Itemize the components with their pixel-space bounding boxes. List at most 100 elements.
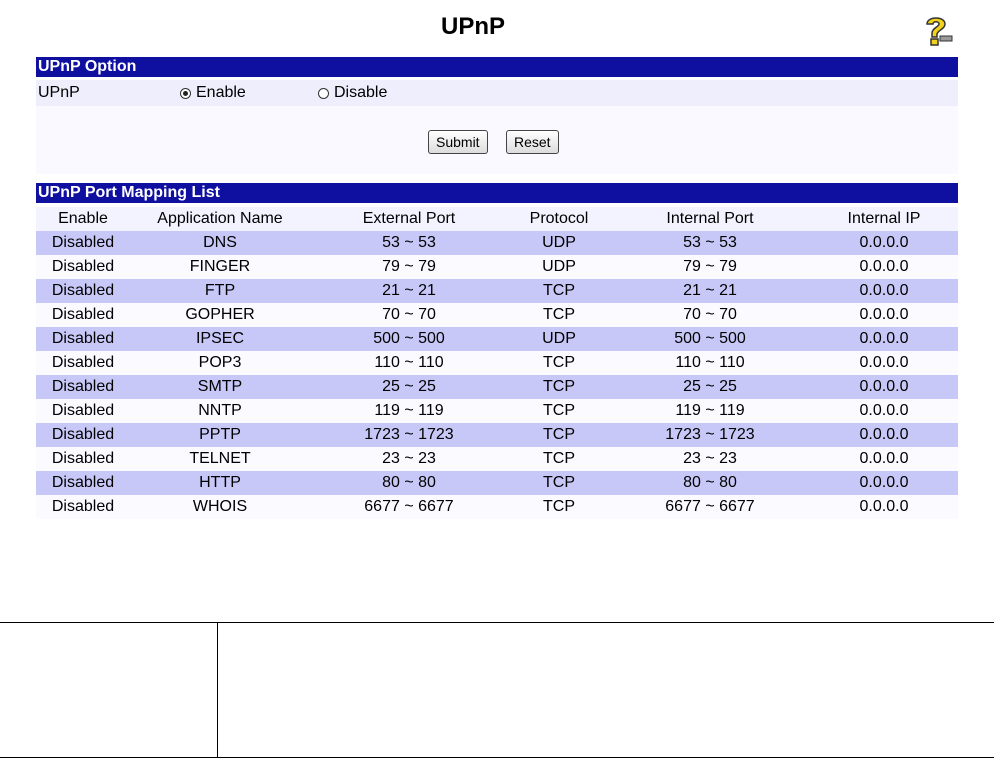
enable-radio[interactable] (180, 87, 191, 99)
table-row: Disabled HTTP 80 ~ 80 TCP 80 ~ 80 0.0.0.… (36, 471, 958, 495)
cell-internal-port: 70 ~ 70 (683, 306, 737, 323)
table-row: Disabled WHOIS 6677 ~ 6677 TCP 6677 ~ 66… (36, 495, 958, 519)
table-row: Disabled PPTP 1723 ~ 1723 TCP 1723 ~ 172… (36, 423, 958, 447)
page-title: UPnP (440, 13, 505, 40)
cell-internal-port: 110 ~ 110 (675, 354, 745, 371)
port-mapping-list-header: UPnP Port Mapping List (36, 183, 958, 203)
cell-external-port: 500 ~ 500 (373, 330, 445, 347)
table-row: Disabled POP3 110 ~ 110 TCP 110 ~ 110 0.… (36, 351, 958, 375)
upnp-option-header: UPnP Option (36, 57, 958, 77)
cell-protocol: UDP (542, 258, 576, 275)
cell-application-name: GOPHER (185, 306, 255, 323)
disable-radio-option[interactable]: Disable (318, 80, 387, 106)
cell-protocol: UDP (542, 330, 576, 347)
cell-protocol: TCP (543, 426, 575, 443)
cell-internal-ip: 0.0.0.0 (859, 402, 909, 419)
cell-enable: Disabled (51, 498, 115, 515)
cell-application-name: FTP (204, 282, 236, 299)
column-header: Application Name (157, 210, 283, 227)
cell-internal-port: 1723 ~ 1723 (665, 426, 755, 443)
table-row: Disabled SMTP 25 ~ 25 TCP 25 ~ 25 0.0.0.… (36, 375, 958, 399)
cell-enable: Disabled (51, 258, 115, 275)
cell-application-name: PPTP (199, 426, 241, 443)
cell-external-port: 119 ~ 119 (374, 402, 444, 419)
disable-radio[interactable] (318, 87, 329, 99)
disable-radio-label: Disable (334, 84, 388, 101)
enable-radio-label: Enable (196, 84, 246, 101)
cell-protocol: TCP (543, 498, 575, 515)
cell-internal-ip: 0.0.0.0 (859, 330, 909, 347)
cell-enable: Disabled (51, 354, 115, 371)
cell-protocol: TCP (543, 474, 575, 491)
enable-radio-option[interactable]: Enable (180, 80, 246, 106)
cell-protocol: UDP (542, 234, 576, 251)
cell-internal-port: 25 ~ 25 (683, 378, 737, 395)
cell-internal-ip: 0.0.0.0 (859, 498, 909, 515)
cell-internal-ip: 0.0.0.0 (859, 474, 909, 491)
table-header-row: Enable Application Name External Port Pr… (36, 207, 958, 231)
table-row: Disabled NNTP 119 ~ 119 TCP 119 ~ 119 0.… (36, 399, 958, 423)
help-icon[interactable] (918, 12, 954, 48)
upnp-label: UPnP (38, 84, 80, 101)
table-row: Disabled DNS 53 ~ 53 UDP 53 ~ 53 0.0.0.0 (36, 231, 958, 255)
cell-internal-port: 53 ~ 53 (683, 234, 737, 251)
cell-protocol: TCP (543, 450, 575, 467)
cell-internal-port: 21 ~ 21 (683, 282, 737, 299)
cell-application-name: FINGER (189, 258, 251, 275)
cell-enable: Disabled (51, 282, 115, 299)
cell-external-port: 79 ~ 79 (382, 258, 436, 275)
cell-application-name: DNS (203, 234, 237, 251)
port-mapping-table: Enable Application Name External Port Pr… (36, 207, 958, 519)
cell-protocol: TCP (543, 354, 575, 371)
button-panel: Submit Reset (36, 106, 958, 174)
description-table-frame (0, 622, 994, 758)
question-mark-help-icon (926, 17, 953, 46)
cell-external-port: 80 ~ 80 (382, 474, 436, 491)
table-row: Disabled TELNET 23 ~ 23 TCP 23 ~ 23 0.0.… (36, 447, 958, 471)
cell-application-name: POP3 (198, 354, 242, 371)
cell-internal-port: 80 ~ 80 (683, 474, 737, 491)
submit-button[interactable]: Submit (428, 130, 488, 154)
cell-protocol: TCP (543, 306, 575, 323)
cell-enable: Disabled (51, 306, 115, 323)
cell-enable: Disabled (51, 450, 115, 467)
cell-application-name: NNTP (198, 402, 242, 419)
table-row: Disabled FINGER 79 ~ 79 UDP 79 ~ 79 0.0.… (36, 255, 958, 279)
cell-internal-ip: 0.0.0.0 (859, 426, 909, 443)
cell-application-name: WHOIS (192, 498, 248, 515)
cell-internal-port: 79 ~ 79 (683, 258, 737, 275)
cell-enable: Disabled (51, 426, 115, 443)
cell-internal-ip: 0.0.0.0 (859, 354, 909, 371)
cell-enable: Disabled (51, 402, 115, 419)
cell-external-port: 25 ~ 25 (382, 378, 436, 395)
column-header: Enable (58, 210, 108, 227)
cell-external-port: 110 ~ 110 (374, 354, 444, 371)
cell-application-name: HTTP (199, 474, 241, 491)
upnp-option-row: UPnP Enable Disable (36, 80, 958, 106)
cell-external-port: 6677 ~ 6677 (364, 498, 454, 515)
cell-internal-ip: 0.0.0.0 (859, 234, 909, 251)
cell-external-port: 21 ~ 21 (382, 282, 436, 299)
column-divider (217, 623, 218, 757)
cell-internal-ip: 0.0.0.0 (859, 306, 909, 323)
cell-internal-ip: 0.0.0.0 (859, 450, 909, 467)
cell-internal-ip: 0.0.0.0 (859, 258, 909, 275)
cell-enable: Disabled (51, 330, 115, 347)
cell-protocol: TCP (543, 402, 575, 419)
cell-application-name: TELNET (189, 450, 251, 467)
column-header: External Port (362, 210, 456, 227)
reset-button[interactable]: Reset (506, 130, 559, 154)
cell-internal-port: 500 ~ 500 (674, 330, 746, 347)
table-row: Disabled FTP 21 ~ 21 TCP 21 ~ 21 0.0.0.0 (36, 279, 958, 303)
column-header: Internal IP (847, 210, 921, 227)
cell-application-name: IPSEC (195, 330, 244, 347)
cell-internal-ip: 0.0.0.0 (859, 378, 909, 395)
cell-protocol: TCP (543, 378, 575, 395)
column-header: Internal Port (666, 210, 754, 227)
cell-internal-port: 6677 ~ 6677 (665, 498, 755, 515)
table-row: Disabled IPSEC 500 ~ 500 UDP 500 ~ 500 0… (36, 327, 958, 351)
cell-internal-port: 119 ~ 119 (675, 402, 745, 419)
cell-enable: Disabled (51, 378, 115, 395)
cell-application-name: SMTP (197, 378, 243, 395)
column-header: Protocol (529, 210, 589, 227)
